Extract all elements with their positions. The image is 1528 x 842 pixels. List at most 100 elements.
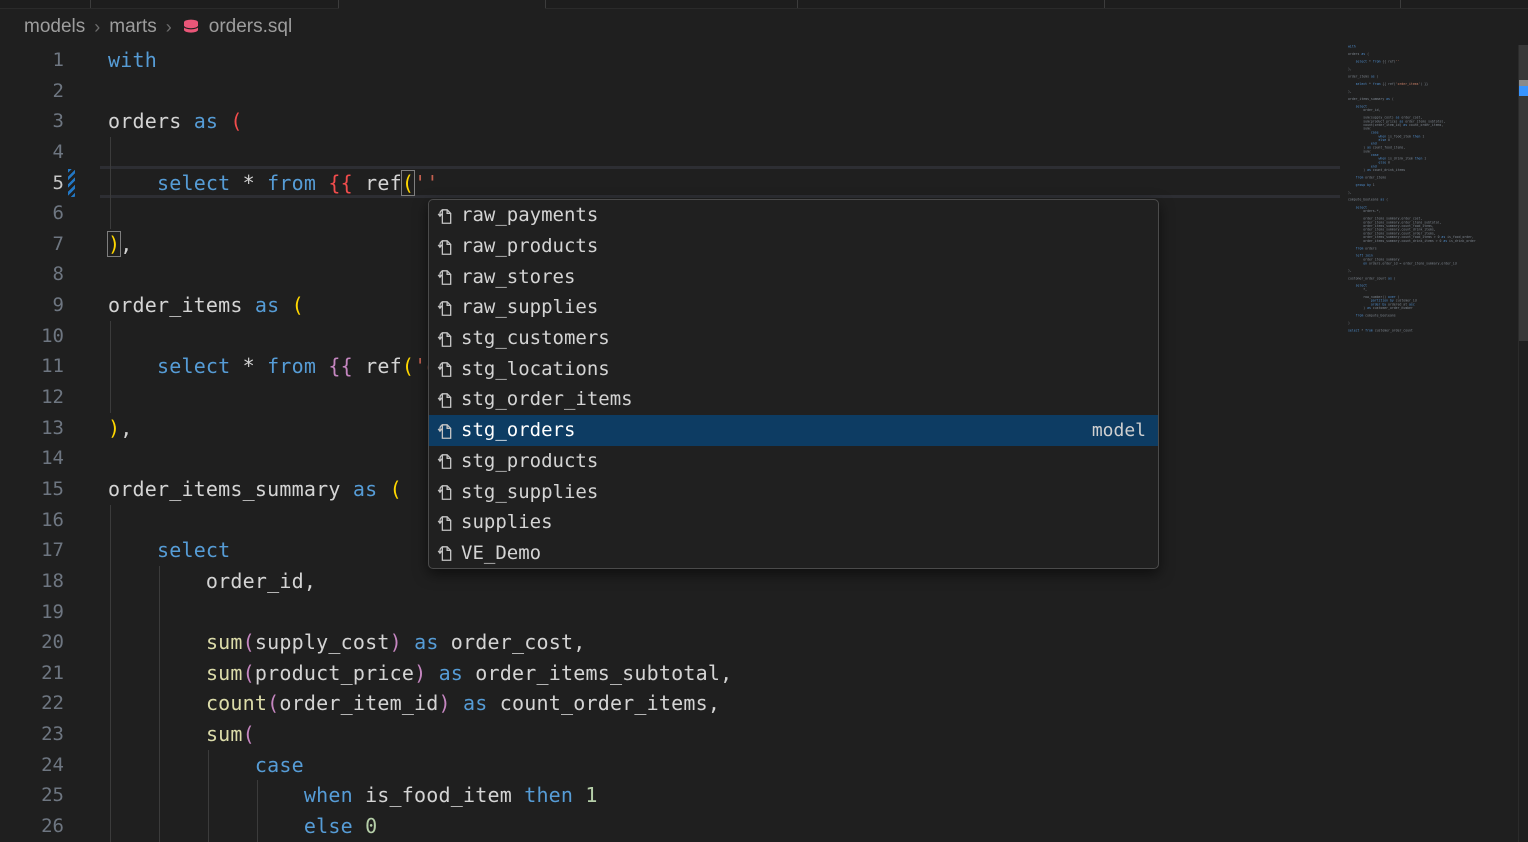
suggestion-item-VE_Demo[interactable]: VE_Demo — [429, 538, 1158, 569]
reference-icon — [435, 267, 455, 287]
indent-guide — [110, 382, 111, 413]
code-line-24[interactable]: 24 case — [0, 750, 1340, 781]
code-text: else 0 — [108, 811, 377, 842]
indent-guide — [110, 719, 111, 750]
reference-icon — [435, 451, 455, 471]
line-number: 22 — [0, 688, 64, 719]
tab-separator — [545, 0, 546, 8]
suggestion-label: stg_locations — [461, 358, 610, 380]
reference-icon — [435, 236, 455, 256]
indent-guide — [110, 780, 111, 811]
code-line-2[interactable]: 2 — [0, 76, 1340, 107]
code-line-5[interactable]: 5 select * from {{ ref('' — [0, 168, 1340, 199]
line-number: 14 — [0, 443, 64, 474]
code-text: orders as ( — [108, 106, 243, 137]
line-number: 7 — [0, 229, 64, 260]
code-line-20[interactable]: 20 sum(supply_cost) as order_cost, — [0, 627, 1340, 658]
line-number: 12 — [0, 382, 64, 413]
indent-guide — [110, 811, 111, 842]
code-text: sum(product_price) as order_items_subtot… — [108, 658, 732, 689]
code-text: select * from {{ ref('' — [108, 168, 439, 199]
code-text: sum(supply_cost) as order_cost, — [108, 627, 585, 658]
indent-guide — [257, 780, 258, 811]
indent-guide — [110, 658, 111, 689]
breadcrumb-item-models[interactable]: models — [24, 16, 85, 38]
indent-guide — [159, 566, 160, 597]
line-number: 24 — [0, 750, 64, 781]
code-line-19[interactable]: 19 — [0, 597, 1340, 628]
modified-line-indicator — [68, 169, 75, 197]
scrollbar[interactable] — [1518, 45, 1528, 842]
tab-bar[interactable] — [0, 0, 1528, 9]
reference-icon — [435, 389, 455, 409]
suggestion-item-stg_locations[interactable]: stg_locations — [429, 353, 1158, 384]
suggestion-label: raw_supplies — [461, 296, 598, 318]
suggestion-item-raw_supplies[interactable]: raw_supplies — [429, 292, 1158, 323]
indent-guide — [208, 811, 209, 842]
tab-separator — [1104, 0, 1105, 8]
reference-icon — [435, 420, 455, 440]
suggestion-label: raw_stores — [461, 266, 575, 288]
suggestion-item-raw_payments[interactable]: raw_payments — [429, 200, 1158, 231]
code-line-18[interactable]: 18 order_id, — [0, 566, 1340, 597]
indent-guide — [110, 505, 111, 536]
suggestion-item-raw_stores[interactable]: raw_stores — [429, 261, 1158, 292]
line-number: 19 — [0, 597, 64, 628]
line-number: 10 — [0, 321, 64, 352]
indent-guide — [159, 658, 160, 689]
code-text: when is_food_item then 1 — [108, 780, 598, 811]
indent-guide — [159, 811, 160, 842]
code-line-23[interactable]: 23 sum( — [0, 719, 1340, 750]
indent-guide — [159, 719, 160, 750]
code-text: count(order_item_id) as count_order_item… — [108, 688, 720, 719]
vscode-editor-window: { "breadcrumb": { "items": ["models", "m… — [0, 0, 1528, 842]
autocomplete-dropdown[interactable]: raw_payments raw_products raw_stores raw_su… — [428, 199, 1159, 569]
suggestion-item-stg_supplies[interactable]: stg_supplies — [429, 476, 1158, 507]
code-line-4[interactable]: 4 — [0, 137, 1340, 168]
indent-guide — [110, 351, 111, 382]
code-line-25[interactable]: 25 when is_food_item then 1 — [0, 780, 1340, 811]
code-line-21[interactable]: 21 sum(product_price) as order_items_sub… — [0, 658, 1340, 689]
code-line-22[interactable]: 22 count(order_item_id) as count_order_i… — [0, 688, 1340, 719]
indent-guide — [159, 750, 160, 781]
line-number: 9 — [0, 290, 64, 321]
indent-guide — [257, 811, 258, 842]
suggestion-label: raw_payments — [461, 204, 598, 226]
line-number: 4 — [0, 137, 64, 168]
chevron-right-icon: › — [166, 17, 172, 38]
indent-guide — [159, 780, 160, 811]
line-number: 5 — [0, 168, 64, 199]
code-text: select — [108, 535, 230, 566]
line-number: 6 — [0, 198, 64, 229]
suggestion-detail: model — [1092, 420, 1146, 441]
overview-marker-current-line — [1519, 86, 1528, 96]
indent-guide — [208, 750, 209, 781]
reference-icon — [435, 359, 455, 379]
indent-guide — [110, 198, 111, 229]
breadcrumb-item-file[interactable]: orders.sql — [209, 16, 292, 38]
line-number: 13 — [0, 413, 64, 444]
code-line-3[interactable]: 3orders as ( — [0, 106, 1340, 137]
minimap[interactable]: with orders as ( select * from {{ ref(''… — [1340, 45, 1518, 842]
code-text: case — [108, 750, 304, 781]
suggestion-item-stg_orders[interactable]: stg_orders model — [429, 415, 1158, 446]
code-line-1[interactable]: 1with — [0, 45, 1340, 76]
suggestion-label: stg_orders — [461, 419, 575, 441]
suggestion-item-stg_products[interactable]: stg_products — [429, 446, 1158, 477]
line-number: 8 — [0, 259, 64, 290]
chevron-right-icon: › — [94, 17, 100, 38]
tab-separator — [797, 0, 798, 8]
code-line-26[interactable]: 26 else 0 — [0, 811, 1340, 842]
indent-guide — [159, 688, 160, 719]
line-number: 21 — [0, 658, 64, 689]
suggestion-item-supplies[interactable]: supplies — [429, 507, 1158, 538]
indent-guide — [110, 566, 111, 597]
minimap-content: with orders as ( select * from {{ ref(''… — [1348, 45, 1518, 333]
indent-guide — [159, 597, 160, 628]
suggestion-item-stg_customers[interactable]: stg_customers — [429, 323, 1158, 354]
suggestion-item-raw_products[interactable]: raw_products — [429, 231, 1158, 262]
line-number: 15 — [0, 474, 64, 505]
suggestion-item-stg_order_items[interactable]: stg_order_items — [429, 384, 1158, 415]
database-icon — [181, 18, 201, 38]
breadcrumb-item-marts[interactable]: marts — [109, 16, 157, 38]
